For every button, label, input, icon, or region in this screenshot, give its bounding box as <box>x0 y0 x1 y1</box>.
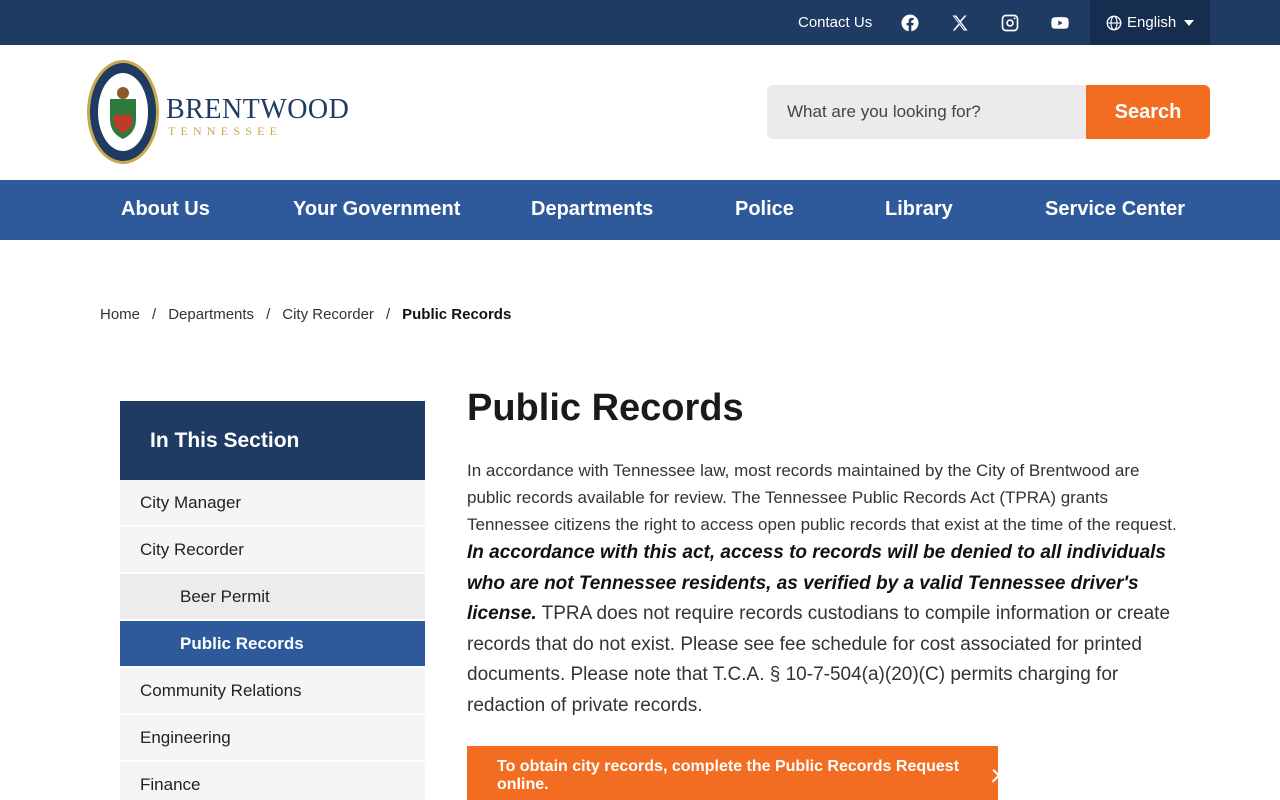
public-records-request-button[interactable]: To obtain city records, complete the Pub… <box>467 746 1001 800</box>
breadcrumb-home[interactable]: Home <box>100 306 140 323</box>
instagram-icon[interactable] <box>999 12 1021 34</box>
breadcrumb-separator: / <box>266 306 271 323</box>
breadcrumb: Home / Departments / City Recorder / Pub… <box>100 306 511 323</box>
search-button[interactable]: Search <box>1086 85 1210 139</box>
sidebar-item-engineering[interactable]: Engineering <box>120 715 425 762</box>
breadcrumb-current: Public Records <box>402 306 512 323</box>
nav-departments[interactable]: Departments <box>531 198 653 221</box>
section-sidebar: In This Section City Manager City Record… <box>120 401 425 800</box>
intro-text: In accordance with Tennessee law, most r… <box>467 461 1177 534</box>
utility-bar: Contact Us English <box>0 0 1280 45</box>
language-label: English <box>1127 14 1177 31</box>
sidebar-item-finance[interactable]: Finance <box>120 762 425 800</box>
globe-icon <box>1106 15 1122 30</box>
sidebar-item-community-relations[interactable]: Community Relations <box>120 668 425 715</box>
nav-library[interactable]: Library <box>885 198 953 221</box>
nav-police[interactable]: Police <box>735 198 794 221</box>
intro-paragraph: In accordance with Tennessee law, most r… <box>467 457 1182 721</box>
youtube-icon[interactable] <box>1049 12 1071 34</box>
logo-subtitle: TENNESSEE <box>168 124 283 138</box>
chevron-down-icon <box>1184 19 1195 26</box>
nav-about-us[interactable]: About Us <box>121 198 210 221</box>
nav-service-center[interactable]: Service Center <box>1045 198 1185 221</box>
sidebar-item-public-records[interactable]: Public Records <box>120 621 425 668</box>
chevron-right-icon <box>986 769 1001 783</box>
logo-wordmark: BRENTWOOD <box>166 94 350 125</box>
contact-us-link[interactable]: Contact Us <box>798 14 872 31</box>
breadcrumb-separator: / <box>152 306 157 323</box>
site-search: Search <box>767 85 1210 139</box>
main-navigation: About Us Your Government Departments Pol… <box>0 180 1280 240</box>
language-selector[interactable]: English <box>1090 0 1210 45</box>
facebook-icon[interactable] <box>899 12 921 34</box>
breadcrumb-departments[interactable]: Departments <box>168 306 254 323</box>
breadcrumb-separator: / <box>385 306 391 323</box>
sidebar-item-beer-permit[interactable]: Beer Permit <box>120 574 425 621</box>
breadcrumb-city-recorder[interactable]: City Recorder <box>282 306 374 323</box>
nav-your-government[interactable]: Your Government <box>293 198 460 221</box>
x-twitter-icon[interactable] <box>949 12 971 34</box>
cta-label: To obtain city records, complete the Pub… <box>497 758 960 793</box>
sidebar-heading: In This Section <box>120 401 425 480</box>
sidebar-item-city-recorder[interactable]: City Recorder <box>120 527 425 574</box>
sidebar-item-city-manager[interactable]: City Manager <box>120 480 425 527</box>
search-input[interactable] <box>767 85 1086 139</box>
city-seal-logo[interactable] <box>86 59 160 165</box>
tpra-text: TPRA does not require records custodians… <box>467 603 1171 716</box>
page-title: Public Records <box>467 387 744 429</box>
